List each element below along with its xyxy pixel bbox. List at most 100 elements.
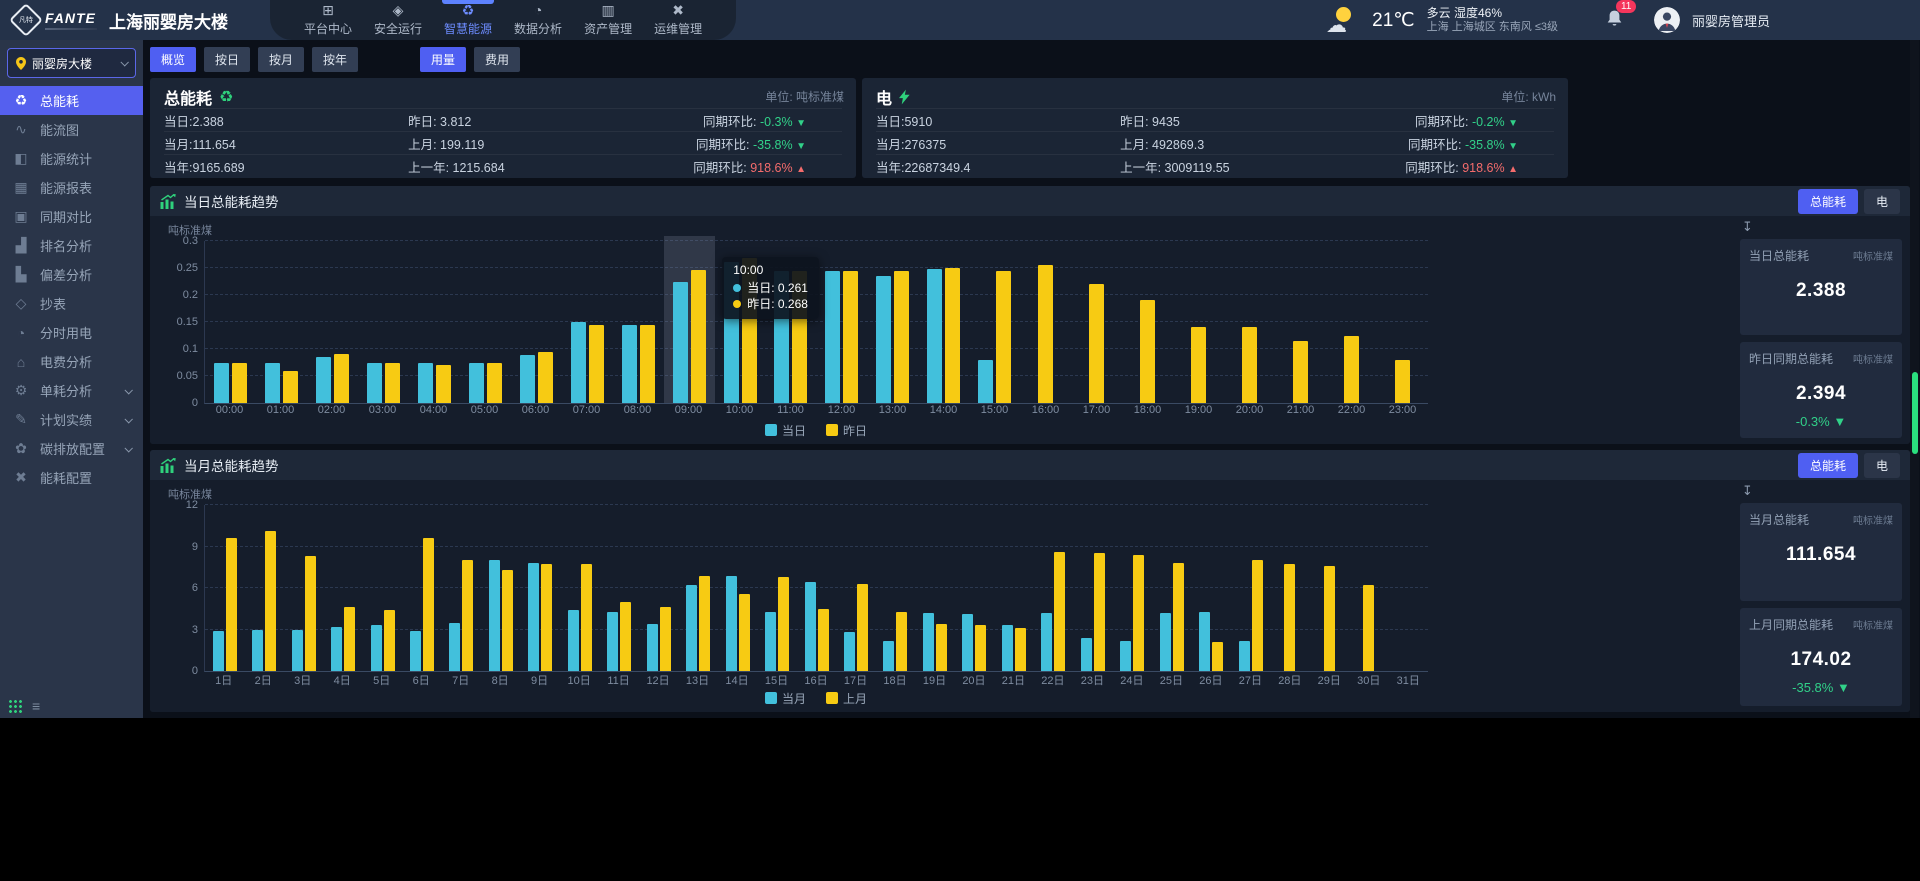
x-tick-label: 6日 — [401, 672, 440, 688]
notifications-bell-icon[interactable]: 11 — [1604, 7, 1628, 33]
sidebar-item-unit-consumption[interactable]: ⚙单耗分析 — [0, 376, 143, 405]
nav-item-safety[interactable]: ◈安全运行 — [366, 0, 430, 40]
chart-plot-zone[interactable]: 吨标准煤1296301日2日3日4日5日6日7日8日9日10日11日12日13日… — [160, 484, 1428, 708]
bar-当日 — [367, 363, 382, 404]
x-tick-label: 00:00 — [204, 404, 255, 420]
chart-plot-zone[interactable]: 吨标准煤0.30.250.20.150.10.05010:00当日: 0.261… — [160, 220, 1428, 440]
list-menu-icon[interactable]: ≡ — [32, 699, 40, 713]
bar-上月 — [1094, 553, 1105, 671]
sidebar-item-energy-report[interactable]: ▦能源报表 — [0, 173, 143, 202]
tab-by-month[interactable]: 按月 — [258, 47, 304, 72]
nav-item-asset[interactable]: ▥资产管理 — [576, 0, 640, 40]
x-tick-label: 03:00 — [357, 404, 408, 420]
x-tick-label: 08:00 — [612, 404, 663, 420]
bar-上月 — [226, 538, 237, 671]
x-tick-label: 18日 — [875, 672, 914, 688]
trend-chart-icon — [160, 194, 176, 209]
plot-area[interactable]: 0.30.250.20.150.10.05010:00当日: 0.261昨日: … — [204, 241, 1428, 404]
bar-上月 — [936, 624, 947, 671]
sidebar-item-period-compare[interactable]: ▣同期对比 — [0, 202, 143, 231]
legend-item[interactable]: 当日 — [765, 422, 806, 439]
sidebar-bottom-toolbar: ≡ — [0, 692, 143, 718]
chevron-down-icon — [124, 415, 132, 423]
tab-by-year[interactable]: 按年 — [312, 47, 358, 72]
download-icon[interactable]: ↧ — [1742, 220, 1902, 236]
sidebar-item-energy-config[interactable]: ✖能耗配置 — [0, 463, 143, 492]
stat-previous-value: 上一年: 3009119.55 — [1120, 157, 1351, 176]
logo: 凡特 FANTE — [0, 8, 97, 32]
nav-item-ops[interactable]: ✖运维管理 — [646, 0, 710, 40]
legend-item[interactable]: 当月 — [765, 690, 806, 707]
tab-usage[interactable]: 用量 — [420, 47, 466, 72]
plot-area[interactable]: 129630 — [204, 505, 1428, 672]
chart-btn-electricity[interactable]: 电 — [1864, 189, 1900, 214]
x-tick-label: 04:00 — [408, 404, 459, 420]
sidebar-item-carbon-config[interactable]: ✿碳排放配置 — [0, 434, 143, 463]
nav-item-data[interactable]: ◔数据分析 — [506, 0, 570, 40]
bar-slot — [1173, 241, 1224, 403]
nav-item-platform[interactable]: ⊞平台中心 — [296, 0, 360, 40]
sidebar-item-plan-actual[interactable]: ✎计划实绩 — [0, 405, 143, 434]
tab-overview[interactable]: 概览 — [150, 47, 196, 72]
bar-当月 — [292, 630, 303, 672]
bar-昨日 — [1089, 284, 1104, 403]
bar-slot — [244, 505, 283, 671]
y-tick-label: 0.2 — [183, 289, 198, 301]
chart-card-monthly-trend: 当月总能耗趋势总能耗电吨标准煤1296301日2日3日4日5日6日7日8日9日1… — [150, 450, 1910, 712]
chart-btn-electricity[interactable]: 电 — [1864, 453, 1900, 478]
bar-昨日 — [385, 363, 400, 404]
nav-item-energy[interactable]: ♻智慧能源 — [436, 0, 500, 40]
sidebar-item-label: 同期对比 — [40, 207, 92, 226]
bar-当月 — [568, 610, 579, 671]
sidebar-item-label: 分时用电 — [40, 323, 92, 342]
stat-yoy-ratio: 同期环比: 918.6% ▲ — [1351, 157, 1554, 176]
sidebar-item-energy-flow[interactable]: ∿能流图 — [0, 115, 143, 144]
tab-cost[interactable]: 费用 — [474, 47, 520, 72]
y-tick-label: 6 — [192, 582, 198, 594]
y-tick-label: 0.1 — [183, 343, 198, 355]
bar-昨日 — [1038, 265, 1053, 403]
bar-slot — [1122, 241, 1173, 403]
sidebar-item-ranking[interactable]: ▟排名分析 — [0, 231, 143, 260]
building-select[interactable]: 丽婴房大楼 — [7, 48, 136, 78]
bar-上月 — [1284, 564, 1295, 671]
series-dot-icon — [733, 300, 741, 308]
bar-上月 — [1133, 555, 1144, 671]
sidebar-item-energy-stats[interactable]: ◧能源统计 — [0, 144, 143, 173]
nav-item-label: 资产管理 — [584, 20, 632, 37]
sidebar-item-tariff[interactable]: ⌂电费分析 — [0, 347, 143, 376]
tab-by-day[interactable]: 按日 — [204, 47, 250, 72]
scrollbar-thumb[interactable] — [1912, 372, 1918, 454]
bar-上月 — [344, 607, 355, 671]
nav-item-label: 智慧能源 — [444, 20, 492, 37]
x-tick-label: 17:00 — [1071, 404, 1122, 420]
stat-card-electricity: 电单位: kWh当日:5910昨日: 9435同期环比: -0.2% ▼当月:2… — [862, 78, 1568, 178]
ranking-icon: ▟ — [13, 237, 29, 254]
sidebar-item-total-energy[interactable]: ♻总能耗 — [0, 86, 143, 115]
bar-当日 — [469, 363, 484, 404]
chart-btn-total-energy[interactable]: 总能耗 — [1798, 453, 1858, 478]
x-tick-label: 06:00 — [510, 404, 561, 420]
sidebar-item-tou-power[interactable]: ◔分时用电 — [0, 318, 143, 347]
download-icon[interactable]: ↧ — [1742, 484, 1902, 500]
legend-item[interactable]: 上月 — [826, 690, 867, 707]
bar-slot — [1020, 241, 1071, 403]
trend-up-icon: ▲ — [1508, 164, 1518, 175]
grid-dots-icon[interactable] — [7, 698, 22, 713]
bar-slot — [284, 505, 323, 671]
username[interactable]: 丽婴房管理员 — [1692, 11, 1770, 30]
bar-当日 — [316, 357, 331, 403]
chevron-down-icon — [124, 444, 132, 452]
sidebar-item-label: 总能耗 — [40, 91, 79, 110]
user-avatar[interactable] — [1654, 7, 1680, 33]
stat-current-value: 当日:5910 — [876, 111, 1120, 130]
bar-当日 — [520, 355, 535, 403]
sidebar-item-deviation[interactable]: ▙偏差分析 — [0, 260, 143, 289]
bar-当月 — [410, 631, 421, 671]
sidebar-item-meter-reading[interactable]: ◇抄表 — [0, 289, 143, 318]
side-stat-label: 昨日同期总能耗 — [1749, 350, 1833, 367]
legend-item[interactable]: 昨日 — [826, 422, 867, 439]
bar-slot — [1377, 241, 1428, 403]
chart-btn-total-energy[interactable]: 总能耗 — [1798, 189, 1858, 214]
bar-slot — [1349, 505, 1388, 671]
